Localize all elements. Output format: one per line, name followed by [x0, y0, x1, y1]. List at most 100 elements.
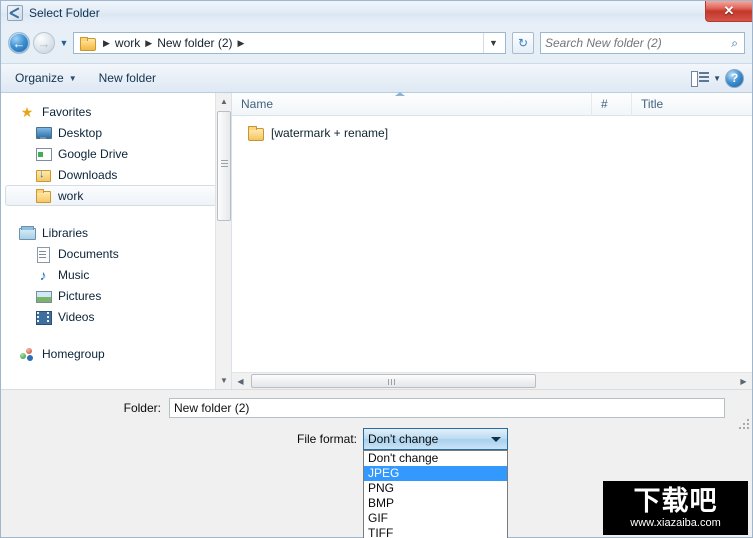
refresh-button[interactable]: ↻	[512, 32, 534, 54]
file-list-horizontal-scrollbar[interactable]: ◀ ▶	[232, 372, 752, 389]
scroll-up-icon[interactable]: ▲	[216, 93, 231, 110]
file-list-pane: Name # Title [watermark + rename] ◀ ▶	[231, 91, 752, 389]
column-header-title[interactable]: Title	[632, 93, 752, 116]
chevron-down-icon	[491, 437, 501, 442]
star-icon: ★	[20, 103, 34, 120]
sidebar-scroll-thumb[interactable]	[217, 111, 231, 221]
close-button[interactable]: ✕	[705, 1, 752, 22]
column-header-row: Name # Title	[232, 91, 752, 116]
scroll-down-icon[interactable]: ▼	[216, 372, 231, 389]
downloads-icon	[35, 168, 51, 182]
app-icon	[7, 5, 23, 21]
music-icon: ♪	[39, 266, 47, 283]
search-box[interactable]: ⌕	[540, 32, 745, 54]
watermark: 下载吧 www.xiazaiba.com	[603, 481, 748, 535]
sidebar-item-videos[interactable]: Videos	[1, 306, 231, 327]
forward-button[interactable]: →	[33, 32, 55, 54]
file-list: [watermark + rename]	[232, 116, 752, 143]
dropdown-option-jpeg[interactable]: JPEG	[364, 466, 507, 481]
column-header-number[interactable]: #	[592, 92, 632, 116]
scroll-left-icon[interactable]: ◀	[232, 373, 249, 390]
breadcrumb-separator: ▶	[103, 37, 110, 48]
sidebar-item-downloads[interactable]: Downloads	[1, 164, 231, 185]
breadcrumb-item-new-folder-2[interactable]: New folder (2)	[157, 36, 232, 50]
column-header-name[interactable]: Name	[232, 91, 592, 116]
organize-button[interactable]: Organize ▼	[7, 68, 85, 88]
breadcrumb-item-work[interactable]: work	[115, 36, 140, 50]
dropdown-option-gif[interactable]: GIF	[364, 511, 507, 526]
file-format-select[interactable]: Don't change	[363, 428, 508, 450]
sidebar-scrollbar[interactable]: ▲ ▼	[215, 93, 231, 389]
refresh-icon: ↻	[517, 36, 529, 50]
new-folder-button[interactable]: New folder	[91, 68, 164, 88]
file-format-selected-value: Don't change	[368, 432, 439, 446]
folder-icon	[247, 125, 264, 141]
sidebar-item-label: Desktop	[58, 125, 103, 140]
sidebar-item-label: Videos	[58, 309, 95, 324]
breadcrumb-separator: ▶	[145, 37, 153, 48]
toolbar-right-group: ▼ ?	[691, 68, 752, 88]
folder-icon	[35, 188, 51, 203]
horizontal-scroll-thumb[interactable]	[251, 374, 536, 388]
folder-input[interactable]	[169, 398, 725, 418]
help-icon[interactable]: ?	[725, 68, 744, 88]
organize-label: Organize	[15, 71, 64, 85]
sidebar-item-pictures[interactable]: Pictures	[1, 285, 231, 306]
documents-icon	[35, 246, 51, 263]
google-drive-icon	[35, 147, 52, 161]
sidebar-item-homegroup[interactable]: Homegroup	[1, 343, 231, 364]
scroll-right-icon[interactable]: ▶	[735, 373, 752, 390]
breadcrumb[interactable]: ▶ work ▶ New folder (2) ▶ ▼	[73, 32, 506, 54]
sidebar-item-label: Music	[58, 267, 90, 282]
sidebar-item-desktop[interactable]: Desktop	[1, 122, 231, 143]
videos-icon	[35, 310, 52, 325]
dropdown-option-png[interactable]: PNG	[364, 481, 507, 496]
folder-label: Folder:	[123, 401, 161, 415]
libraries-icon	[19, 225, 36, 240]
sidebar-group-homegroup: Homegroup	[1, 343, 231, 364]
back-button[interactable]: ←	[8, 32, 30, 54]
sidebar-item-favorites[interactable]: ★ Favorites	[1, 101, 231, 122]
toolbar: Organize ▼ New folder ▼ ?	[1, 63, 752, 93]
file-name-label: [watermark + rename]	[271, 125, 389, 140]
sidebar-item-google-drive[interactable]: Google Drive	[1, 143, 231, 164]
sidebar-item-libraries[interactable]: Libraries	[1, 222, 231, 243]
history-dropdown-icon[interactable]: ▼	[58, 38, 70, 48]
sidebar-item-label: Google Drive	[58, 146, 129, 161]
chevron-down-icon: ▼	[68, 73, 77, 83]
dropdown-option-dont-change[interactable]: Don't change	[364, 451, 507, 466]
homegroup-icon	[19, 347, 35, 361]
search-input[interactable]	[545, 36, 732, 50]
watermark-url: www.xiazaiba.com	[630, 516, 721, 529]
title-bar: Select Folder ✕	[1, 1, 752, 25]
column-header-label: Name	[241, 96, 274, 111]
sidebar-item-documents[interactable]: Documents	[1, 243, 231, 264]
file-format-dropdown-list[interactable]: Don't change JPEG PNG BMP GIF TIFF	[363, 450, 508, 538]
table-row[interactable]: [watermark + rename]	[232, 122, 752, 143]
sidebar-item-work[interactable]: work	[5, 185, 229, 206]
select-folder-dialog: Select Folder ✕ ← → ▼ ▶ work ▶ New folde…	[0, 0, 753, 538]
sidebar-item-label: Pictures	[58, 288, 102, 303]
sidebar-item-label: Favorites	[42, 104, 92, 119]
pictures-icon	[35, 289, 52, 303]
sidebar-group-libraries: Libraries Documents ♪ Music Pictures Vid…	[1, 222, 231, 327]
sidebar-item-label: Libraries	[42, 225, 89, 240]
sidebar-item-music[interactable]: ♪ Music	[1, 264, 231, 285]
file-format-label: File format:	[296, 432, 357, 446]
dropdown-option-bmp[interactable]: BMP	[364, 496, 507, 511]
sidebar-item-label: work	[58, 188, 84, 203]
navigation-pane: ★ Favorites Desktop Google Drive Downloa…	[1, 93, 231, 389]
breadcrumb-dropdown-icon[interactable]: ▼	[483, 33, 503, 53]
resize-grip[interactable]	[737, 417, 749, 429]
sidebar-item-label: Homegroup	[42, 346, 105, 361]
search-icon: ⌕	[731, 35, 738, 50]
new-folder-label: New folder	[98, 71, 156, 85]
view-mode-icon[interactable]	[691, 71, 710, 87]
folder-field-row: Folder:	[1, 398, 752, 418]
dropdown-option-tiff[interactable]: TIFF	[364, 526, 507, 538]
chevron-down-icon[interactable]: ▼	[713, 74, 721, 83]
sidebar-item-label: Documents	[58, 246, 119, 261]
sidebar-list: ★ Favorites Desktop Google Drive Downloa…	[1, 93, 231, 364]
